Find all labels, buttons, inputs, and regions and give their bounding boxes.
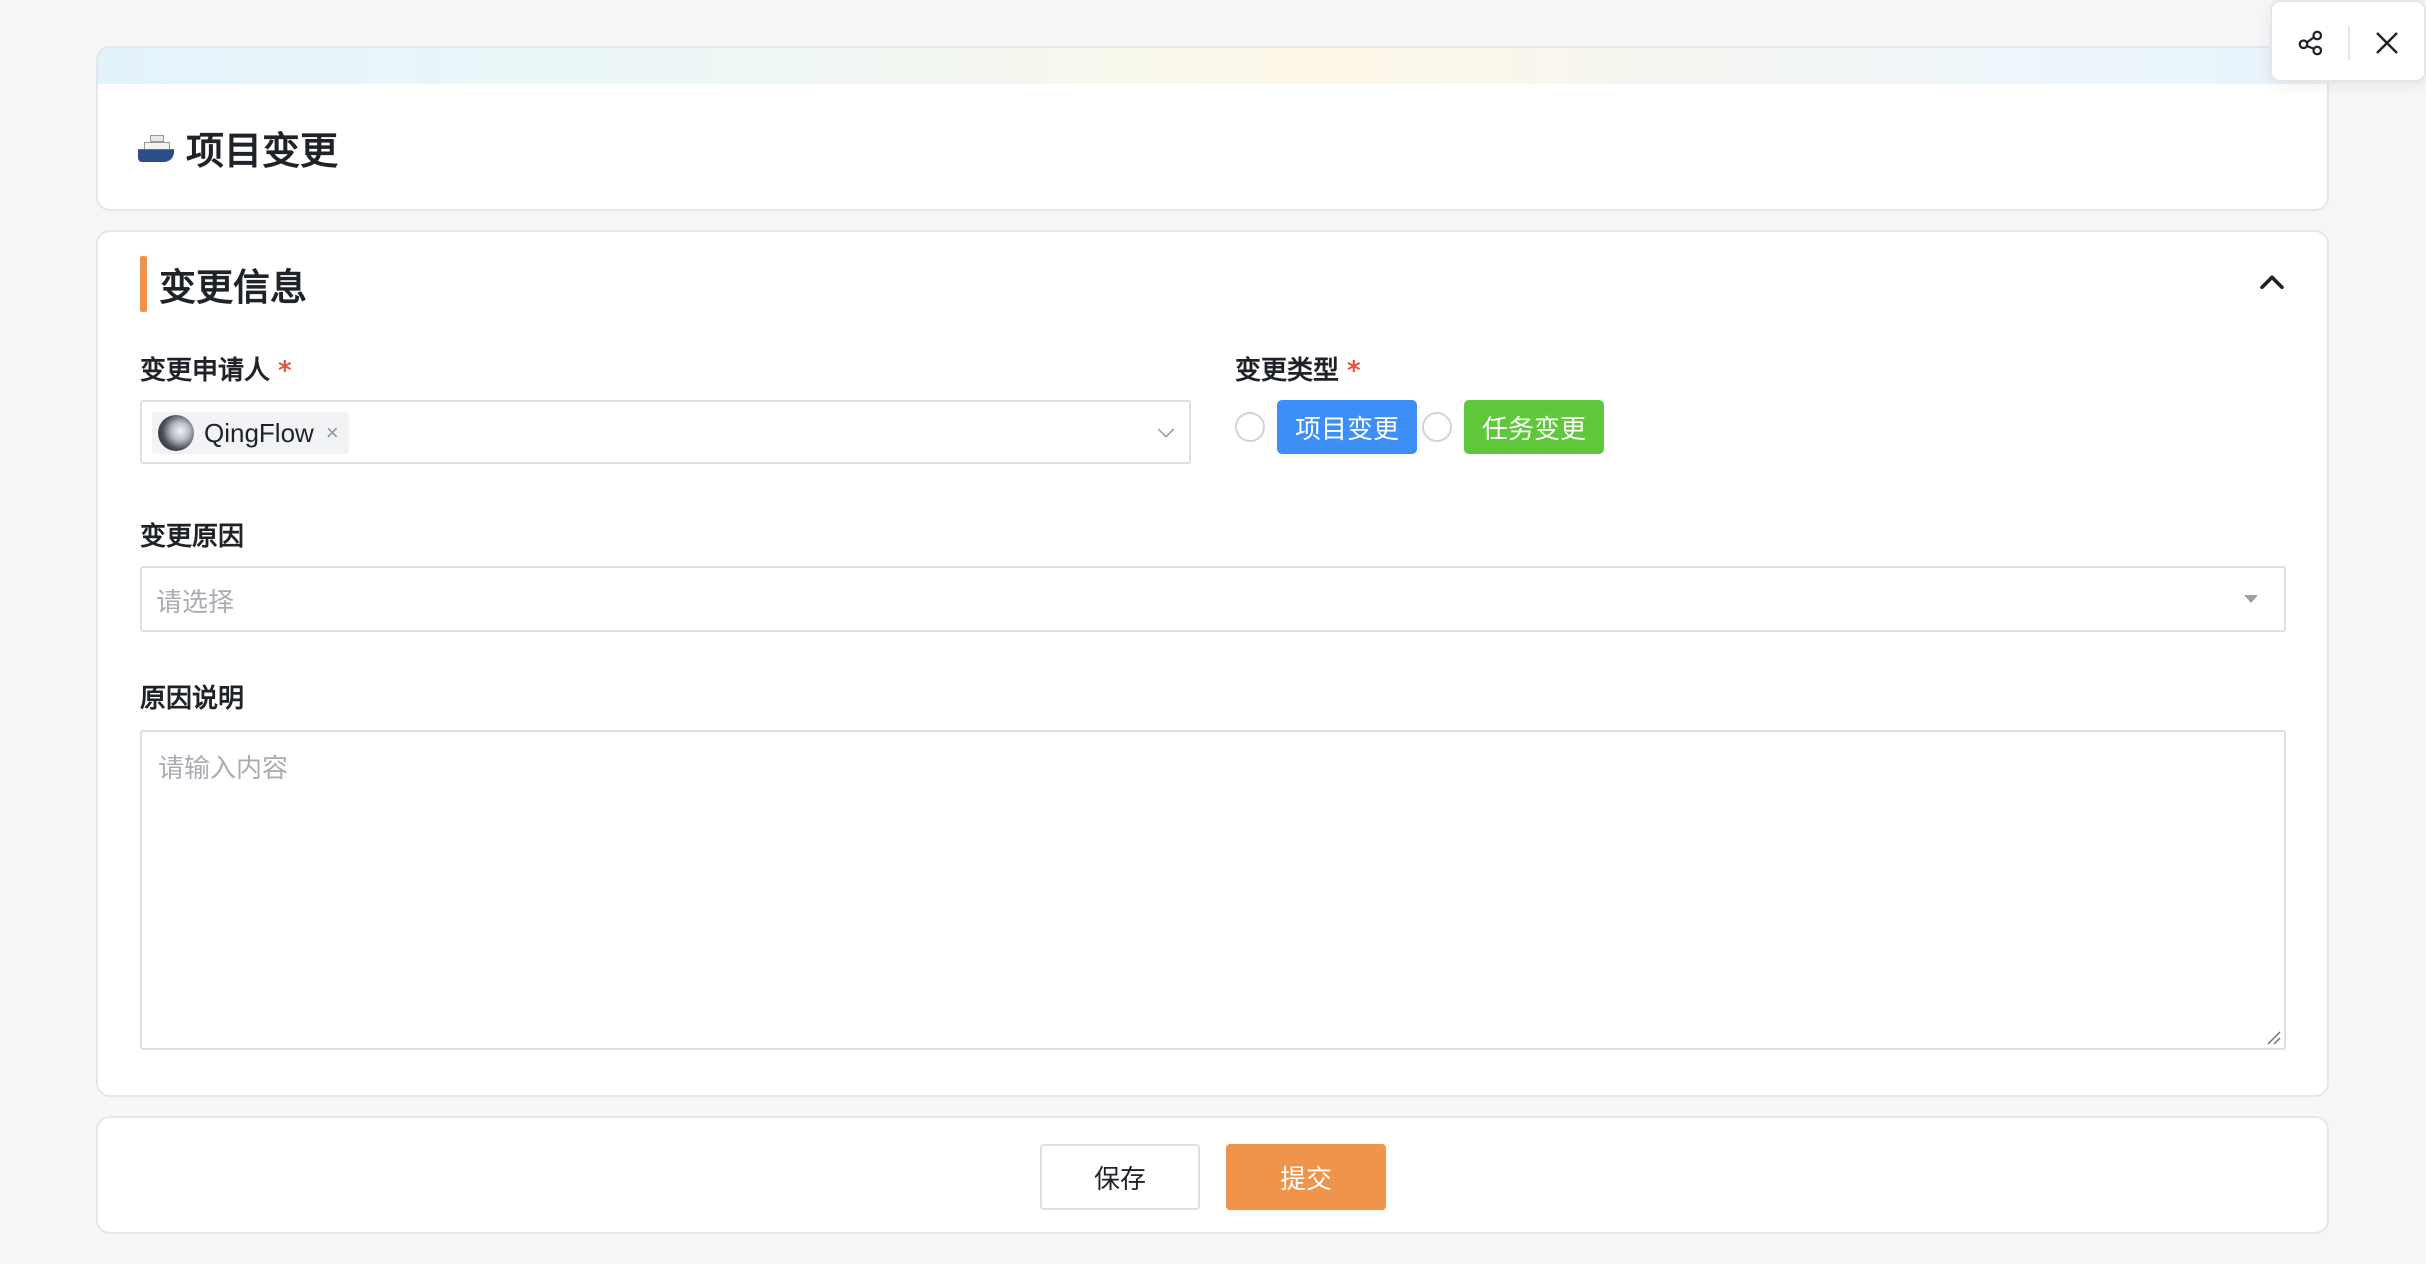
section-accent-bar: [140, 256, 147, 312]
page-header-card: 项目变更: [96, 46, 2329, 211]
change-type-option-project[interactable]: 项目变更: [1235, 400, 1418, 454]
reason-placeholder: 请选择: [156, 588, 235, 618]
chevron-up-icon[interactable]: [2255, 266, 2289, 300]
share-icon: [2298, 30, 2323, 56]
required-mark: *: [278, 356, 292, 386]
user-tag-name: QingFlow: [204, 417, 314, 448]
remove-tag-icon[interactable]: ×: [326, 420, 339, 446]
reason-detail-textarea[interactable]: 请输入内容: [140, 730, 2286, 1050]
change-type-option-task[interactable]: 任务变更: [1422, 400, 1605, 454]
reason-label: 变更原因: [140, 522, 245, 552]
page-title-text: 项目变更: [186, 128, 339, 173]
toolbar-divider: [2348, 26, 2350, 60]
avatar: [158, 415, 194, 451]
user-tag: QingFlow ×: [152, 412, 349, 454]
floating-toolbar: [2270, 0, 2426, 82]
share-button[interactable]: [2292, 24, 2330, 62]
caret-down-icon: [2244, 595, 2258, 603]
submit-button[interactable]: 提交: [1226, 1144, 1386, 1210]
header-gradient-banner: [98, 48, 2327, 84]
ship-icon: [138, 132, 174, 162]
required-mark: *: [1347, 356, 1361, 386]
resize-handle-icon[interactable]: [2265, 1029, 2281, 1045]
section-header: 变更信息: [140, 256, 307, 312]
close-button[interactable]: [2368, 24, 2406, 62]
radio-button[interactable]: [1235, 412, 1265, 442]
page-title: 项目变更: [138, 124, 338, 173]
reason-detail-label: 原因说明: [140, 684, 245, 714]
reason-select[interactable]: 请选择: [140, 566, 2286, 632]
save-button[interactable]: 保存: [1040, 1144, 1200, 1210]
applicant-label: 变更申请人 *: [140, 356, 292, 386]
reason-detail-placeholder: 请输入内容: [158, 754, 289, 784]
radio-button[interactable]: [1422, 412, 1452, 442]
option-pill[interactable]: 项目变更: [1277, 400, 1418, 454]
chevron-down-icon[interactable]: [1155, 422, 1177, 444]
applicant-select[interactable]: QingFlow ×: [140, 400, 1191, 464]
section-title: 变更信息: [159, 266, 307, 309]
change-type-label: 变更类型 *: [1235, 356, 1361, 386]
form-actions-card: 保存 提交: [96, 1116, 2329, 1234]
option-pill[interactable]: 任务变更: [1464, 400, 1605, 454]
close-icon: [2376, 32, 2398, 54]
change-info-section: 变更信息 变更申请人 * QingFlow × 变更类型 * 项目变更 任务变更 变…: [96, 230, 2329, 1097]
